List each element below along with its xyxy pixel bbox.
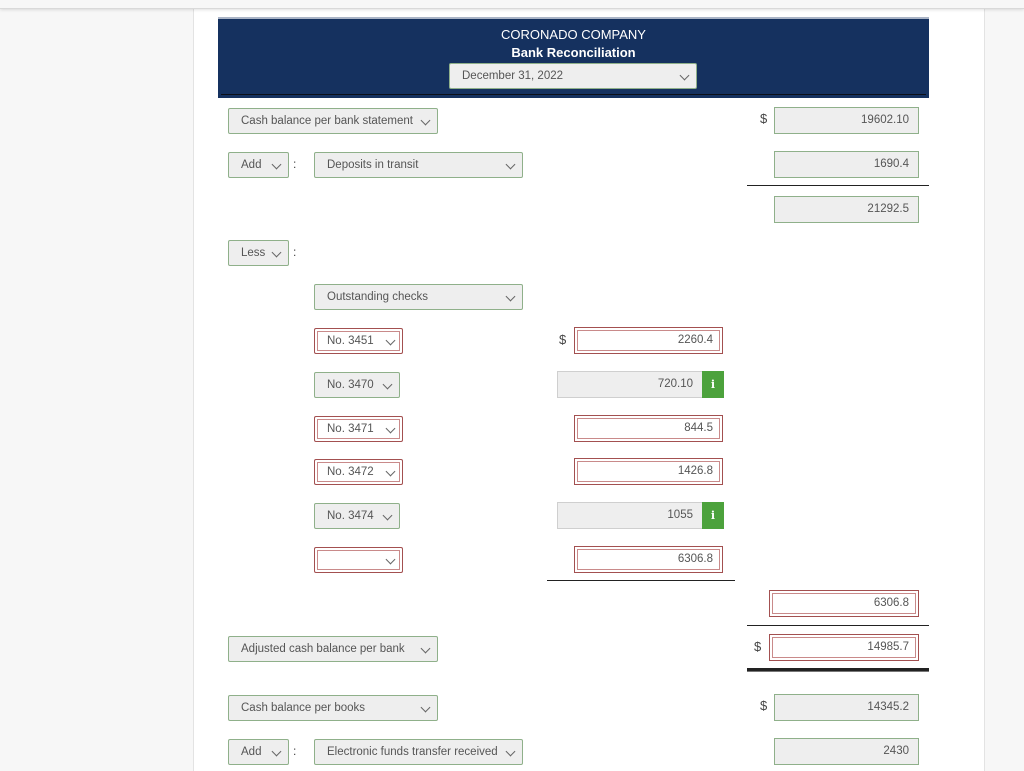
subtotal-rule [747, 185, 929, 186]
chevron-down-icon [382, 510, 393, 521]
less-total-input[interactable]: 6306.8 [769, 590, 919, 617]
check-amount-input[interactable]: 2260.4 [574, 327, 723, 354]
chevron-down-icon [382, 379, 393, 390]
double-underline-rule [747, 668, 929, 672]
info-icon[interactable]: i [702, 371, 724, 398]
check-number-select[interactable]: No. 3451 [314, 328, 403, 354]
chevron-down-icon [385, 335, 396, 346]
chevron-down-icon [420, 643, 431, 654]
date-select[interactable]: December 31, 2022 [449, 63, 697, 89]
books-start-label-value: Cash balance per books [241, 702, 366, 714]
check-amount-input[interactable]: 6306.8 [574, 546, 723, 573]
colon: : [293, 744, 297, 758]
bank-less-item-value: Outstanding checks [327, 291, 429, 303]
chevron-down-icon [385, 466, 396, 477]
check-amount-input[interactable]: 720.10 [557, 371, 702, 398]
books-add-item-value: Electronic funds transfer received [327, 746, 498, 758]
check-number-select[interactable]: No. 3474 [314, 503, 400, 529]
bank-adjusted-label-value: Adjusted cash balance per bank [241, 643, 405, 655]
bank-add-item-value: Deposits in transit [327, 159, 419, 171]
header-rule [221, 94, 926, 95]
check-amount-input[interactable]: 844.5 [574, 415, 723, 442]
bank-start-label-value: Cash balance per bank statement [241, 115, 413, 127]
chevron-down-icon [385, 554, 396, 565]
check-amount-input[interactable]: 1055 [557, 502, 702, 529]
company-name: CORONADO COMPANY [501, 27, 646, 42]
check-number-select[interactable]: No. 3471 [314, 416, 403, 442]
chevron-down-icon [271, 746, 282, 757]
adjusted-rule [747, 625, 929, 626]
chevron-down-icon [505, 159, 516, 170]
chevron-down-icon [420, 115, 431, 126]
chevron-down-icon [679, 70, 690, 81]
bank-add-item-select[interactable]: Deposits in transit [314, 152, 523, 178]
check-number-value: No. 3451 [327, 335, 374, 347]
check-number-select[interactable] [314, 547, 403, 573]
chevron-down-icon [505, 291, 516, 302]
books-start-amount-input[interactable]: 14345.2 [774, 694, 919, 721]
books-add-op-value: Add [241, 746, 262, 758]
dollar-sign: $ [760, 111, 768, 126]
check-number-value: No. 3472 [327, 466, 374, 478]
check-number-value: No. 3471 [327, 423, 374, 435]
chevron-down-icon [505, 746, 516, 757]
bank-start-label-select[interactable]: Cash balance per bank statement [228, 108, 438, 134]
browser-top-bar [0, 0, 1024, 9]
chevron-down-icon [420, 702, 431, 713]
info-icon[interactable]: i [702, 502, 724, 529]
bank-less-op-value: Less [241, 247, 266, 259]
check-amount-input[interactable]: 1426.8 [574, 458, 723, 485]
colon: : [293, 157, 297, 171]
chevron-down-icon [271, 159, 282, 170]
bank-less-op-select[interactable]: Less [228, 240, 289, 266]
chevron-down-icon [385, 423, 396, 434]
dollar-sign: $ [760, 698, 768, 713]
checks-total-rule [547, 580, 735, 581]
check-number-select[interactable]: No. 3470 [314, 372, 400, 398]
bank-add-op-value: Add [241, 159, 262, 171]
colon: : [293, 245, 297, 259]
bank-add-amount-input[interactable]: 1690.4 [774, 151, 919, 178]
bank-adjusted-label-select[interactable]: Adjusted cash balance per bank [228, 636, 438, 662]
bank-add-op-select[interactable]: Add [228, 152, 289, 178]
check-number-value: No. 3470 [327, 379, 374, 391]
books-start-label-select[interactable]: Cash balance per books [228, 695, 438, 721]
statement-title: Bank Reconciliation [511, 45, 636, 60]
dollar-sign: $ [559, 332, 567, 347]
check-number-select[interactable]: No. 3472 [314, 459, 403, 485]
books-add-op-select[interactable]: Add [228, 739, 289, 765]
check-number-value: No. 3474 [327, 510, 374, 522]
bank-start-amount-input[interactable]: 19602.10 [774, 107, 919, 134]
dollar-sign: $ [754, 639, 762, 654]
bank-less-item-select[interactable]: Outstanding checks [314, 284, 523, 310]
books-add-item-select[interactable]: Electronic funds transfer received [314, 739, 523, 765]
chevron-down-icon [271, 247, 282, 258]
books-add-amount-input[interactable]: 2430 [774, 738, 919, 765]
bank-adjusted-amount-input[interactable]: 14985.7 [769, 634, 919, 661]
bank-subtotal-input[interactable]: 21292.5 [774, 196, 919, 223]
date-select-value: December 31, 2022 [462, 70, 564, 82]
